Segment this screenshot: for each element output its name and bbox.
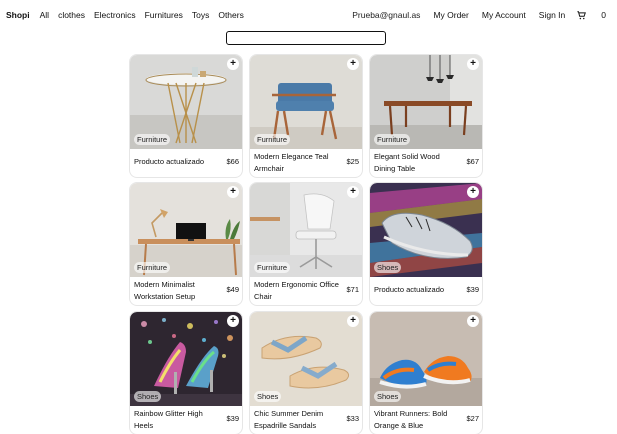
product-price: $33 <box>346 414 359 423</box>
product-name: Elegant Solid Wood Dining Table <box>374 152 440 173</box>
category-badge: Furniture <box>134 134 171 145</box>
category-badge: Shoes <box>374 391 402 402</box>
cart-button[interactable]: 0 <box>577 10 606 20</box>
plus-icon[interactable]: + <box>227 315 239 327</box>
nav-item-toys[interactable]: Toys <box>192 10 209 20</box>
category-badge: Furniture <box>134 262 171 273</box>
category-badge: Furniture <box>374 134 411 145</box>
product-price: $39 <box>466 285 479 294</box>
category-badge: Shoes <box>254 391 282 402</box>
my-account-link[interactable]: My Account <box>482 10 526 20</box>
product-name: Vibrant Runners: Bold Orange & Blue <box>374 409 448 430</box>
product-card[interactable]: Furniture + Producto actualizado $66 <box>130 55 242 177</box>
plus-icon[interactable]: + <box>347 315 359 327</box>
my-order-link[interactable]: My Order <box>433 10 468 20</box>
plus-icon[interactable]: + <box>227 186 239 198</box>
plus-icon[interactable]: + <box>467 58 479 70</box>
category-badge: Shoes <box>134 391 162 402</box>
nav-item-furnitures[interactable]: Furnitures <box>145 10 183 20</box>
plus-icon[interactable]: + <box>347 186 359 198</box>
product-card[interactable]: Shoes + Chic Summer Denim Espadrille San… <box>250 312 362 434</box>
product-card[interactable]: Shoes + Vibrant Runners: Bold Orange & B… <box>370 312 482 434</box>
product-card[interactable]: Furniture + Modern Minimalist Workstatio… <box>130 183 242 305</box>
plus-icon[interactable]: + <box>467 315 479 327</box>
product-card[interactable]: Furniture + Elegant Solid Wood Dining Ta… <box>370 55 482 177</box>
navbar: Shopi All clothes Electronics Furnitures… <box>0 0 617 30</box>
nav-item-clothes[interactable]: clothes <box>58 10 85 20</box>
cart-count: 0 <box>601 10 606 20</box>
nav-item-all[interactable]: All <box>40 10 49 20</box>
plus-icon[interactable]: + <box>227 58 239 70</box>
user-email: Prueba@gnaul.as <box>352 10 421 20</box>
product-grid: Furniture + Producto actualizado $66 Fur… <box>130 55 482 434</box>
plus-icon[interactable]: + <box>347 58 359 70</box>
product-price: $67 <box>466 157 479 166</box>
product-card[interactable]: Furniture + Modern Ergonomic Office Chai… <box>250 183 362 305</box>
product-price: $27 <box>466 414 479 423</box>
nav-left: Shopi All clothes Electronics Furnitures… <box>6 10 253 20</box>
product-card[interactable]: Shoes + Rainbow Glitter High Heels $39 <box>130 312 242 434</box>
category-badge: Shoes <box>374 262 402 273</box>
category-badge: Furniture <box>254 262 291 273</box>
product-name: Modern Minimalist Workstation Setup <box>134 280 196 301</box>
product-name: Modern Elegance Teal Armchair <box>254 152 329 173</box>
product-name: Rainbow Glitter High Heels <box>134 409 203 430</box>
product-price: $39 <box>226 414 239 423</box>
product-card[interactable]: Furniture + Modern Elegance Teal Armchai… <box>250 55 362 177</box>
product-price: $49 <box>226 285 239 294</box>
nav-item-others[interactable]: Others <box>218 10 244 20</box>
product-name: Chic Summer Denim Espadrille Sandals <box>254 409 324 430</box>
cart-icon <box>577 10 587 19</box>
brand-logo[interactable]: Shopi <box>6 10 30 20</box>
product-price: $71 <box>346 285 359 294</box>
nav-right: Prueba@gnaul.as My Order My Account Sign… <box>339 10 606 20</box>
sign-in-link[interactable]: Sign In <box>539 10 565 20</box>
product-name: Modern Ergonomic Office Chair <box>254 280 339 301</box>
product-card[interactable]: Shoes + Producto actualizado $39 <box>370 183 482 305</box>
category-badge: Furniture <box>254 134 291 145</box>
plus-icon[interactable]: + <box>467 186 479 198</box>
nav-item-electronics[interactable]: Electronics <box>94 10 136 20</box>
product-name: Producto actualizado <box>374 285 445 294</box>
search-input[interactable] <box>226 31 386 45</box>
product-price: $25 <box>346 157 359 166</box>
product-price: $66 <box>226 157 239 166</box>
product-name: Producto actualizado <box>134 157 205 166</box>
